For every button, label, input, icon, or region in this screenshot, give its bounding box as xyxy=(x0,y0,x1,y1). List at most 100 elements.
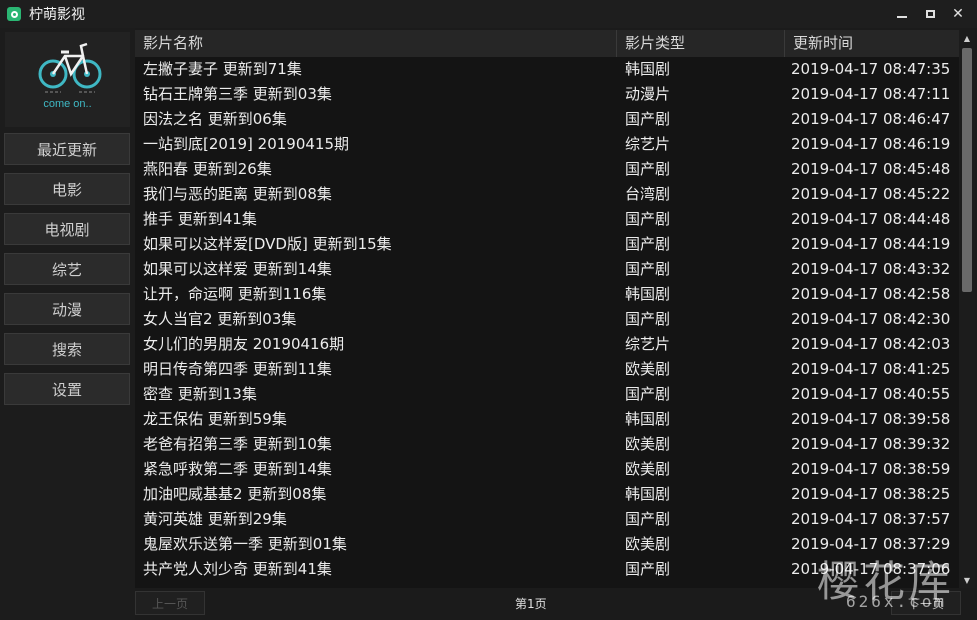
nav-tv-series[interactable]: 电视剧 xyxy=(4,213,130,245)
cell-update-time: 2019-04-17 08:42:58 xyxy=(791,285,951,303)
cell-update-time: 2019-04-17 08:41:25 xyxy=(791,360,951,378)
table-row[interactable]: 如果可以这样爱[DVD版] 更新到15集 国产剧 2019-04-17 08:44:… xyxy=(135,232,959,257)
cell-update-time: 2019-04-17 08:44:48 xyxy=(791,210,951,228)
cell-type: 国产剧 xyxy=(625,110,671,128)
table-row[interactable]: 龙王保佑 更新到59集 韩国剧 2019-04-17 08:39:58 xyxy=(135,407,959,432)
cell-type: 国产剧 xyxy=(625,160,671,178)
logo-panel: come on.. xyxy=(5,32,130,127)
cell-type: 国产剧 xyxy=(625,210,671,228)
app-title: 柠萌影视 xyxy=(29,7,85,23)
cell-update-time: 2019-04-17 08:40:55 xyxy=(791,385,951,403)
cell-title: 明日传奇第四季 更新到11集 xyxy=(143,360,332,378)
cell-type: 动漫片 xyxy=(625,85,671,103)
cell-title: 推手 更新到41集 xyxy=(143,210,257,228)
cell-update-time: 2019-04-17 08:42:30 xyxy=(791,310,951,328)
scroll-up-icon[interactable]: ▲ xyxy=(959,30,975,46)
cell-type: 国产剧 xyxy=(625,560,671,578)
scroll-down-icon[interactable]: ▼ xyxy=(959,572,975,588)
table-row[interactable]: 推手 更新到41集 国产剧 2019-04-17 08:44:48 xyxy=(135,207,959,232)
cell-type: 韩国剧 xyxy=(625,485,671,503)
cell-title: 如果可以这样爱 更新到14集 xyxy=(143,260,332,278)
nav-search[interactable]: 搜索 xyxy=(4,333,130,365)
page-indicator: 第1页 xyxy=(515,597,547,611)
maximize-icon xyxy=(925,10,935,18)
sidebar: come on.. 最近更新 电影 电视剧 综艺 动漫 搜索 设置 xyxy=(0,28,135,620)
prev-page-button[interactable]: 上一页 xyxy=(135,591,205,615)
cell-title: 黄河英雄 更新到29集 xyxy=(143,510,287,528)
header-update-time[interactable]: 更新时间 xyxy=(785,30,959,57)
cell-type: 韩国剧 xyxy=(625,60,671,78)
table-row[interactable]: 黄河英雄 更新到29集 国产剧 2019-04-17 08:37:57 xyxy=(135,507,959,532)
table-header: 影片名称 影片类型 更新时间 xyxy=(135,30,959,57)
cell-update-time: 2019-04-17 08:45:48 xyxy=(791,160,951,178)
table-row[interactable]: 老爸有招第三季 更新到10集 欧美剧 2019-04-17 08:39:32 xyxy=(135,432,959,457)
table-row[interactable]: 因法之名 更新到06集 国产剧 2019-04-17 08:46:47 xyxy=(135,107,959,132)
logo-tagline: come on.. xyxy=(43,98,92,110)
cell-update-time: 2019-04-17 08:39:32 xyxy=(791,435,951,453)
cell-type: 国产剧 xyxy=(625,310,671,328)
table-row[interactable]: 加油吧威基基2 更新到08集 韩国剧 2019-04-17 08:38:25 xyxy=(135,482,959,507)
watermark-url: 626x.com xyxy=(845,592,947,611)
cell-update-time: 2019-04-17 08:38:59 xyxy=(791,460,951,478)
cell-type: 欧美剧 xyxy=(625,360,671,378)
cell-title: 让开，命运啊 更新到116集 xyxy=(143,285,327,303)
cell-update-time: 2019-04-17 08:37:57 xyxy=(791,510,951,528)
cell-type: 综艺片 xyxy=(625,135,671,153)
close-button[interactable]: ✕ xyxy=(943,0,973,28)
minimize-icon xyxy=(897,16,907,18)
cell-type: 国产剧 xyxy=(625,235,671,253)
scrollbar-thumb[interactable] xyxy=(962,48,972,292)
nav-recent-updates[interactable]: 最近更新 xyxy=(4,133,130,165)
cell-title: 左撇子妻子 更新到71集 xyxy=(143,60,302,78)
cell-title: 我们与恶的距离 更新到08集 xyxy=(143,185,332,203)
header-type[interactable]: 影片类型 xyxy=(617,30,785,57)
cell-type: 韩国剧 xyxy=(625,285,671,303)
cell-update-time: 2019-04-17 08:45:22 xyxy=(791,185,951,203)
cell-update-time: 2019-04-17 08:43:32 xyxy=(791,260,951,278)
cell-title: 密查 更新到13集 xyxy=(143,385,257,403)
cell-update-time: 2019-04-17 08:47:35 xyxy=(791,60,951,78)
vertical-scrollbar[interactable]: ▲ ▼ xyxy=(959,30,975,588)
cell-title: 因法之名 更新到06集 xyxy=(143,110,287,128)
table-row[interactable]: 燕阳春 更新到26集 国产剧 2019-04-17 08:45:48 xyxy=(135,157,959,182)
header-title[interactable]: 影片名称 xyxy=(135,30,617,57)
table-row[interactable]: 钻石王牌第三季 更新到03集 动漫片 2019-04-17 08:47:11 xyxy=(135,82,959,107)
cell-update-time: 2019-04-17 08:38:25 xyxy=(791,485,951,503)
cell-type: 欧美剧 xyxy=(625,435,671,453)
table-row[interactable]: 密查 更新到13集 国产剧 2019-04-17 08:40:55 xyxy=(135,382,959,407)
cell-type: 国产剧 xyxy=(625,510,671,528)
cell-title: 老爸有招第三季 更新到10集 xyxy=(143,435,332,453)
table-row[interactable]: 明日传奇第四季 更新到11集 欧美剧 2019-04-17 08:41:25 xyxy=(135,357,959,382)
cell-title: 一站到底[2019] 20190415期 xyxy=(143,135,349,153)
nav-settings[interactable]: 设置 xyxy=(4,373,130,405)
table-row[interactable]: 让开，命运啊 更新到116集 韩国剧 2019-04-17 08:42:58 xyxy=(135,282,959,307)
cell-type: 欧美剧 xyxy=(625,460,671,478)
table-row[interactable]: 我们与恶的距离 更新到08集 台湾剧 2019-04-17 08:45:22 xyxy=(135,182,959,207)
updates-table: 影片名称 影片类型 更新时间 左撇子妻子 更新到71集 韩国剧 2019-04-17… xyxy=(135,30,959,588)
nav-anime[interactable]: 动漫 xyxy=(4,293,130,325)
table-row[interactable]: 左撇子妻子 更新到71集 韩国剧 2019-04-17 08:47:35 xyxy=(135,57,959,82)
cell-type: 欧美剧 xyxy=(625,535,671,553)
cell-title: 共产党人刘少奇 更新到41集 xyxy=(143,560,332,578)
table-row[interactable]: 紧急呼救第二季 更新到14集 欧美剧 2019-04-17 08:38:59 xyxy=(135,457,959,482)
nav-variety[interactable]: 综艺 xyxy=(4,253,130,285)
cell-title: 鬼屋欢乐送第一季 更新到01集 xyxy=(143,535,347,553)
title-bar: 柠萌影视 ✕ xyxy=(0,0,977,28)
cell-type: 国产剧 xyxy=(625,385,671,403)
cell-title: 加油吧威基基2 更新到08集 xyxy=(143,485,327,503)
cell-update-time: 2019-04-17 08:39:58 xyxy=(791,410,951,428)
close-icon: ✕ xyxy=(952,6,964,22)
minimize-button[interactable] xyxy=(887,0,917,28)
table-row[interactable]: 一站到底[2019] 20190415期 综艺片 2019-04-17 08:46:… xyxy=(135,132,959,157)
cell-type: 韩国剧 xyxy=(625,410,671,428)
table-row[interactable]: 女人当官2 更新到03集 国产剧 2019-04-17 08:42:30 xyxy=(135,307,959,332)
table-row[interactable]: 如果可以这样爱 更新到14集 国产剧 2019-04-17 08:43:32 xyxy=(135,257,959,282)
cell-type: 综艺片 xyxy=(625,335,671,353)
table-row[interactable]: 女儿们的男朋友 20190416期 综艺片 2019-04-17 08:42:03 xyxy=(135,332,959,357)
maximize-button[interactable] xyxy=(915,0,945,28)
cell-title: 如果可以这样爱[DVD版] 更新到15集 xyxy=(143,235,392,253)
cell-update-time: 2019-04-17 08:44:19 xyxy=(791,235,951,253)
cell-update-time: 2019-04-17 08:46:19 xyxy=(791,135,951,153)
cell-update-time: 2019-04-17 08:47:11 xyxy=(791,85,951,103)
nav-movies[interactable]: 电影 xyxy=(4,173,130,205)
